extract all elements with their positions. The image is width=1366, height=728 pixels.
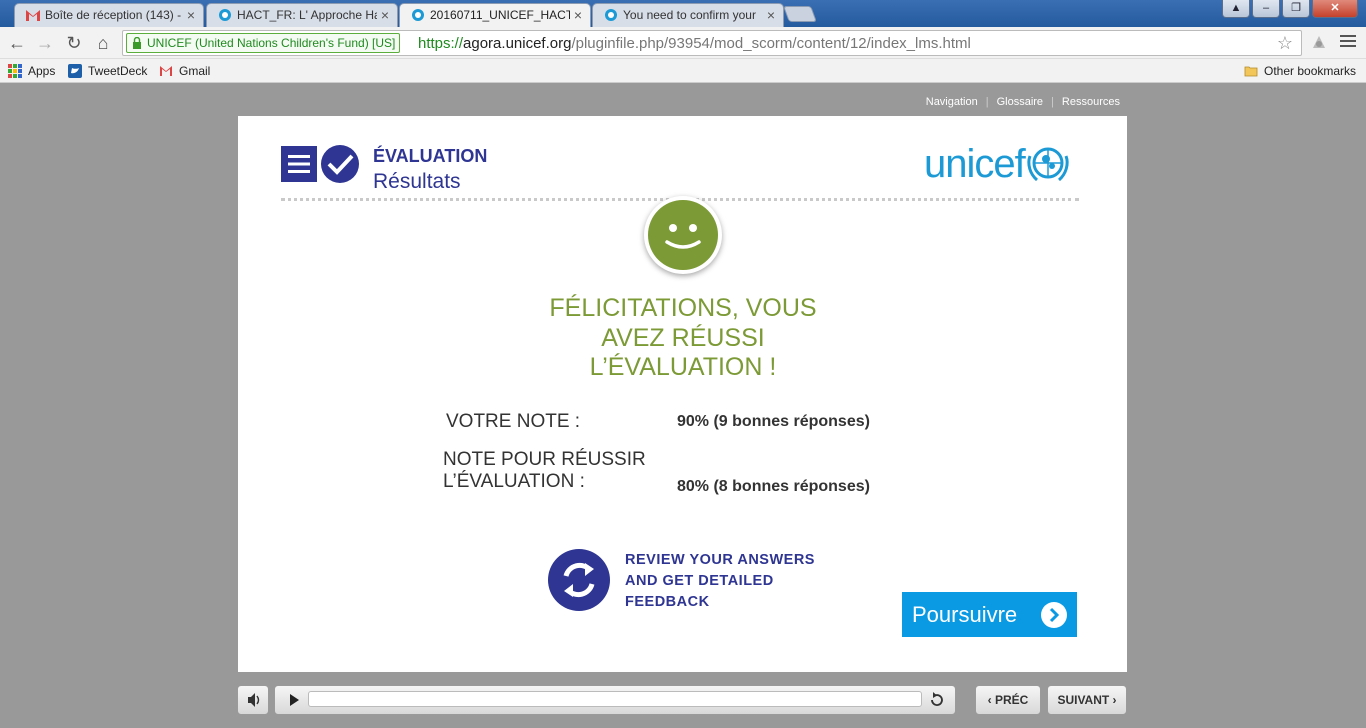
congrats-line: FÉLICITATIONS, VOUS bbox=[549, 294, 817, 322]
next-label: SUIVANT › bbox=[1057, 693, 1117, 707]
tab-title: Boîte de réception (143) - bbox=[45, 8, 182, 22]
unicef-favicon-icon bbox=[219, 9, 231, 21]
speaker-icon bbox=[248, 693, 260, 707]
new-tab-button[interactable] bbox=[783, 6, 817, 22]
evaluation-checklist-icon bbox=[281, 145, 359, 183]
unicef-emblem-icon bbox=[1027, 147, 1069, 182]
nav-separator: | bbox=[985, 96, 989, 108]
volume-button[interactable] bbox=[237, 685, 269, 715]
home-icon[interactable]: ⌂ bbox=[92, 32, 114, 54]
pass-threshold-value: 80% (8 bonnes réponses) bbox=[677, 478, 870, 495]
unicef-wordmark: unicef bbox=[924, 142, 1026, 186]
ev-certificate-badge[interactable]: UNICEF (United Nations Children's Fund) … bbox=[126, 33, 401, 53]
continue-label: Poursuivre bbox=[912, 602, 1018, 627]
continue-button[interactable]: Poursuivre bbox=[902, 592, 1077, 637]
tab-current-course[interactable]: 20160711_UNICEF_HACT_ × bbox=[399, 3, 591, 28]
navigation-link[interactable]: Navigation bbox=[926, 96, 978, 108]
tab-title: HACT_FR: L' Approche Ha bbox=[237, 8, 377, 22]
lock-icon bbox=[133, 37, 141, 49]
review-line: REVIEW YOUR ANSWERS bbox=[625, 552, 815, 568]
smiley-face-icon bbox=[648, 200, 718, 270]
next-text: SUIVANT bbox=[1057, 693, 1110, 707]
tab-gmail[interactable]: Boîte de réception (143) - × bbox=[14, 3, 204, 27]
chevron-right-icon bbox=[1041, 602, 1067, 628]
bookmarks-bar: Apps TweetDeck Gmail Other bookmarks bbox=[0, 59, 1366, 83]
user-icon[interactable]: ▲ bbox=[1222, 0, 1250, 18]
window-controls: ▲ – ❐ ✕ bbox=[1222, 0, 1358, 18]
address-bar[interactable]: UNICEF (United Nations Children's Fund) … bbox=[122, 30, 1302, 56]
congrats-line: L’ÉVALUATION ! bbox=[589, 353, 777, 381]
ev-label: UNICEF (United Nations Children's Fund) … bbox=[147, 36, 396, 50]
maximize-button[interactable]: ❐ bbox=[1282, 0, 1310, 18]
pass-label-line: NOTE POUR RÉUSSIR bbox=[443, 449, 646, 470]
score-value: 90% (9 bonnes réponses) bbox=[677, 413, 870, 430]
review-line: FEEDBACK bbox=[625, 594, 710, 610]
tab-close-icon[interactable]: × bbox=[381, 4, 389, 26]
back-icon[interactable]: ← bbox=[6, 32, 28, 54]
result-slide: ÉVALUATION Résultats unicef FÉLICITATION… bbox=[238, 116, 1127, 672]
bookmark-star-icon[interactable]: ☆ bbox=[1277, 33, 1293, 54]
extension-icon[interactable] bbox=[1309, 32, 1329, 52]
refresh-arrows-icon bbox=[563, 562, 595, 598]
unicef-favicon-icon bbox=[412, 9, 424, 21]
glossary-link[interactable]: Glossaire bbox=[997, 96, 1043, 108]
folder-icon bbox=[1244, 66, 1258, 77]
browser-tabstrip: Boîte de réception (143) - × HACT_FR: L'… bbox=[0, 0, 1366, 28]
chrome-menu-icon[interactable] bbox=[1340, 35, 1356, 49]
apps-grid-icon bbox=[8, 64, 22, 78]
reload-icon[interactable]: ↻ bbox=[63, 32, 85, 54]
page-subtitle: Résultats bbox=[373, 170, 461, 193]
review-circle bbox=[548, 549, 610, 611]
resources-link[interactable]: Ressources bbox=[1062, 96, 1120, 108]
previous-button[interactable]: ‹ PRÉC bbox=[975, 685, 1041, 715]
tab-hact-fr[interactable]: HACT_FR: L' Approche Ha × bbox=[206, 3, 398, 27]
page-title: ÉVALUATION bbox=[373, 146, 488, 166]
bookmark-label: Other bookmarks bbox=[1264, 64, 1357, 78]
progress-track[interactable] bbox=[308, 691, 922, 707]
score-label: VOTRE NOTE : bbox=[446, 411, 581, 432]
bookmark-apps[interactable]: Apps bbox=[8, 63, 55, 79]
review-label: REVIEW YOUR ANSWERS AND GET DETAILED FEE… bbox=[625, 550, 815, 613]
course-top-nav: Navigation | Glossaire | Ressources bbox=[926, 96, 1120, 108]
review-line: AND GET DETAILED bbox=[625, 573, 774, 589]
url-host: agora.unicef.org bbox=[463, 35, 572, 52]
bookmark-gmail[interactable]: Gmail bbox=[159, 63, 210, 79]
gmail-icon bbox=[26, 10, 40, 21]
pass-threshold-label: NOTE POUR RÉUSSIR L’ÉVALUATION : bbox=[443, 449, 646, 493]
gmail-icon bbox=[160, 66, 172, 76]
bookmark-label: Gmail bbox=[179, 64, 211, 78]
unicef-favicon-icon bbox=[605, 9, 617, 21]
nav-separator: | bbox=[1051, 96, 1054, 108]
forward-icon[interactable]: → bbox=[34, 32, 56, 54]
previous-text: PRÉC bbox=[995, 693, 1029, 707]
tweetdeck-icon bbox=[68, 64, 82, 78]
tab-title: You need to confirm your bbox=[623, 8, 756, 22]
close-window-button[interactable]: ✕ bbox=[1312, 0, 1358, 18]
bookmark-tweetdeck[interactable]: TweetDeck bbox=[68, 63, 147, 79]
url-text: https://agora.unicef.org/pluginfile.php/… bbox=[418, 35, 971, 52]
previous-label: ‹ PRÉC bbox=[987, 693, 1029, 707]
replay-icon[interactable] bbox=[925, 686, 949, 714]
bookmark-label: TweetDeck bbox=[88, 64, 148, 78]
bookmark-label: Apps bbox=[28, 64, 56, 78]
tab-title: 20160711_UNICEF_HACT_ bbox=[430, 8, 570, 22]
pass-label-line: L’ÉVALUATION : bbox=[443, 471, 585, 492]
unicef-logo: unicef bbox=[924, 142, 1071, 186]
tab-close-icon[interactable]: × bbox=[187, 4, 195, 26]
review-answers-button[interactable]: REVIEW YOUR ANSWERS AND GET DETAILED FEE… bbox=[548, 549, 820, 611]
browser-toolbar: ← → ↻ ⌂ UNICEF (United Nations Children'… bbox=[0, 27, 1366, 59]
tab-close-icon[interactable]: × bbox=[574, 4, 582, 26]
url-scheme: https:// bbox=[418, 35, 464, 52]
smiley-badge bbox=[644, 196, 722, 274]
next-button[interactable]: SUIVANT › bbox=[1047, 685, 1127, 715]
url-path: /pluginfile.php/93954/mod_scorm/content/… bbox=[571, 35, 971, 52]
other-bookmarks[interactable]: Other bookmarks bbox=[1244, 63, 1356, 79]
tab-close-icon[interactable]: × bbox=[767, 4, 775, 26]
congrats-line: AVEZ RÉUSSI bbox=[601, 323, 765, 352]
play-icon[interactable] bbox=[279, 686, 309, 714]
congratulations-message: FÉLICITATIONS, VOUS AVEZ RÉUSSI L’ÉVALUA… bbox=[513, 294, 853, 383]
tab-confirm[interactable]: You need to confirm your × bbox=[592, 3, 784, 27]
minimize-button[interactable]: – bbox=[1252, 0, 1280, 18]
